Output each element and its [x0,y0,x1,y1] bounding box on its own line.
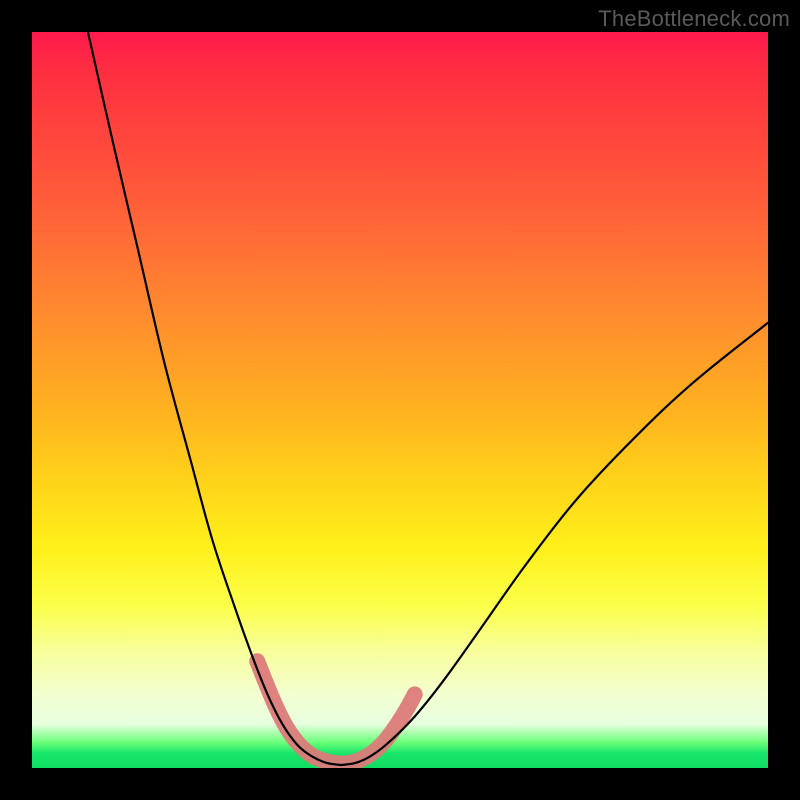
chart-svg [32,32,768,768]
watermark-text: TheBottleneck.com [598,6,790,32]
chart-frame: TheBottleneck.com [0,0,800,800]
chart-plot-area [32,32,768,768]
valley-highlight-line [257,661,415,763]
left-branch-line [88,32,341,765]
